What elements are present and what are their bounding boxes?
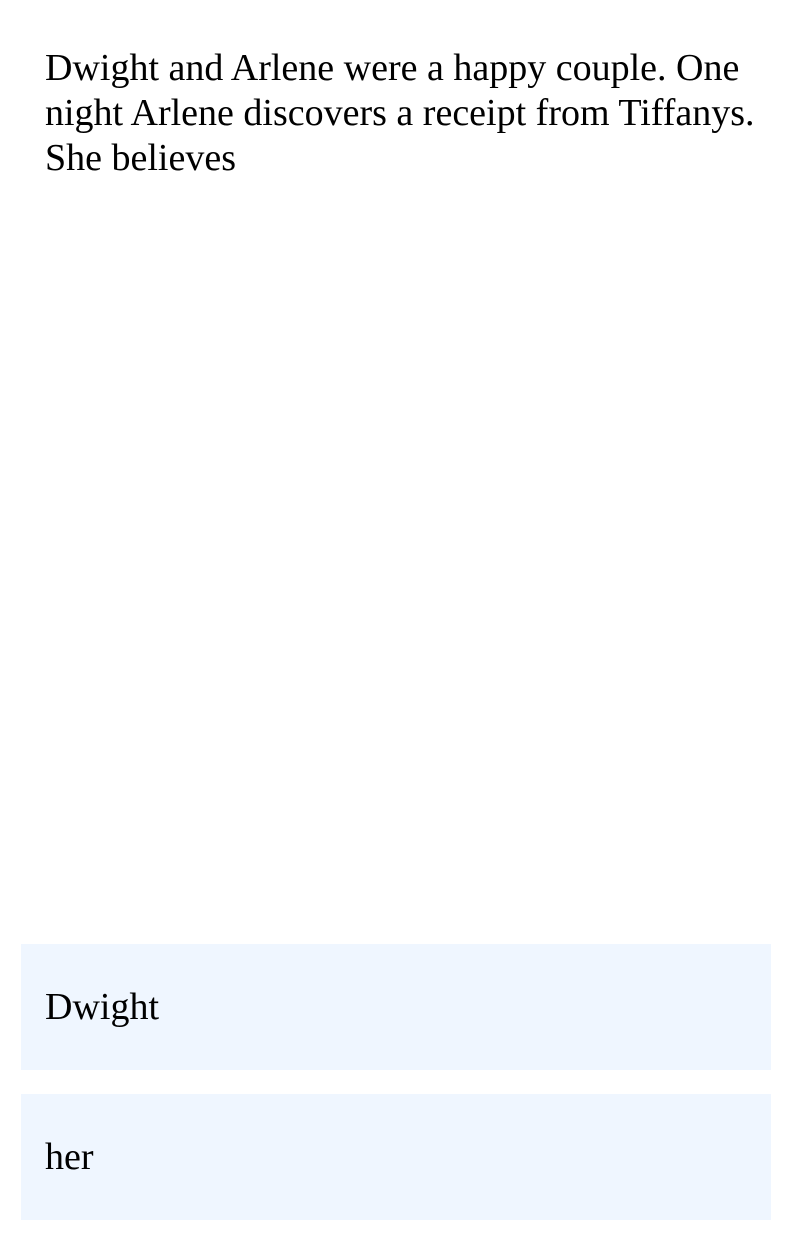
option-label: her <box>45 1136 94 1178</box>
answer-options: Dwight her <box>21 944 771 1241</box>
option-button-2[interactable]: her <box>21 1094 771 1220</box>
option-label: Dwight <box>45 986 159 1028</box>
option-button-1[interactable]: Dwight <box>21 944 771 1070</box>
story-prompt-text: Dwight and Arlene were a happy couple. O… <box>45 47 755 179</box>
